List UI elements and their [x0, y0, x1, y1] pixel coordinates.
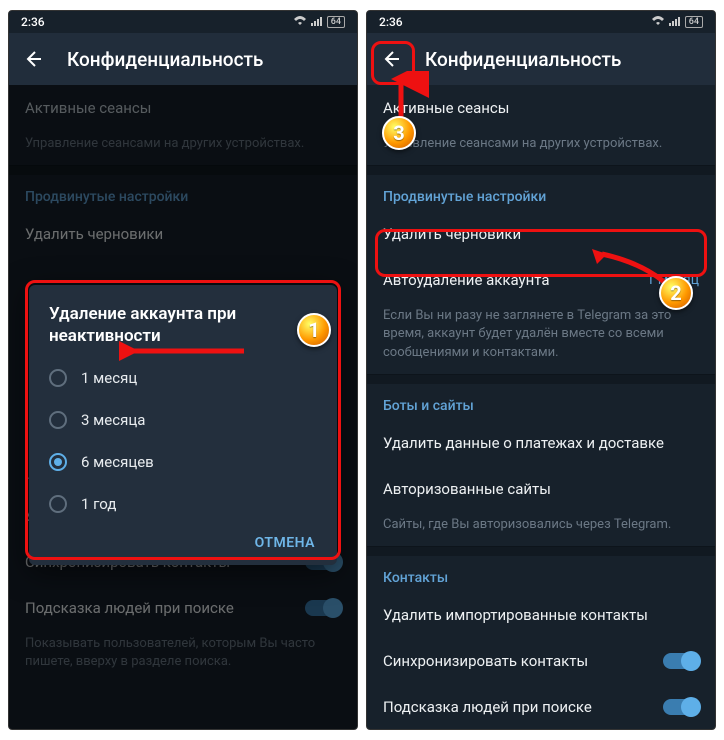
- section-bots: Боты и сайты: [367, 384, 715, 420]
- annotation-badge-3: 3: [382, 116, 416, 150]
- wifi-icon: [651, 15, 665, 30]
- autodelete-desc: Если Вы ни разу не заглянете в Telegram …: [367, 303, 715, 374]
- page-title: Конфиденциальность: [425, 48, 621, 71]
- sync-contacts-row[interactable]: Синхронизировать контакты: [367, 638, 715, 684]
- toggle-icon[interactable]: [663, 699, 699, 715]
- suggest-people-row[interactable]: Подсказка людей при поиске: [367, 684, 715, 729]
- suggest-people-label: Подсказка людей при поиске: [383, 698, 592, 716]
- radio-option-0[interactable]: 1 месяц: [37, 357, 329, 399]
- signal-icon: [669, 15, 681, 29]
- dialog-cancel-button[interactable]: ОТМЕНА: [37, 525, 329, 557]
- status-time: 2:36: [379, 15, 403, 29]
- phone-right: 2:36 64 Конфиденциальность Активные сеан…: [366, 10, 716, 730]
- annotation-badge-1: 1: [297, 313, 331, 347]
- section-advanced: Продвинутые настройки: [367, 175, 715, 211]
- radio-label: 1 месяц: [81, 369, 137, 387]
- divider: [367, 546, 715, 556]
- annotation-badge-2: 2: [659, 276, 693, 310]
- radio-label: 3 месяца: [81, 411, 145, 429]
- radio-icon: [49, 453, 67, 471]
- back-icon[interactable]: [23, 49, 43, 69]
- auth-sites-row[interactable]: Авторизованные сайты: [367, 466, 715, 512]
- radio-label: 1 год: [81, 495, 116, 513]
- phone-left: 2:36 64 Конфиденциальность Активные сеан…: [8, 10, 358, 730]
- radio-icon: [49, 369, 67, 387]
- radio-option-3[interactable]: 1 год: [37, 483, 329, 525]
- active-sessions-row[interactable]: Активные сеансы: [367, 85, 715, 131]
- battery-icon: 64: [685, 16, 703, 28]
- delete-account-dialog: Удаление аккаунта при неактивности 1 мес…: [29, 285, 337, 565]
- sync-contacts-label: Синхронизировать контакты: [383, 652, 588, 670]
- status-bar: 2:36 64: [367, 11, 715, 33]
- battery-icon: 64: [327, 16, 345, 28]
- toggle-icon[interactable]: [663, 653, 699, 669]
- delete-payment-row[interactable]: Удалить данные о платежах и доставке: [367, 420, 715, 466]
- page-title: Конфиденциальность: [67, 48, 263, 71]
- back-icon[interactable]: [381, 49, 401, 69]
- sites-desc: Сайты, где Вы авторизовались через Teleg…: [367, 512, 715, 546]
- radio-icon: [49, 411, 67, 429]
- header: Конфиденциальность: [367, 33, 715, 85]
- delete-imported-row[interactable]: Удалить импортированные контакты: [367, 592, 715, 638]
- header: Конфиденциальность: [9, 33, 357, 85]
- radio-option-1[interactable]: 3 месяца: [37, 399, 329, 441]
- signal-icon: [311, 15, 323, 29]
- status-bar: 2:36 64: [9, 11, 357, 33]
- radio-option-2[interactable]: 6 месяцев: [37, 441, 329, 483]
- content-right: Активные сеансы Управление сеансами на д…: [367, 85, 715, 729]
- divider: [367, 165, 715, 175]
- section-contacts: Контакты: [367, 556, 715, 592]
- autodelete-label: Автоудаление аккаунта: [383, 271, 550, 289]
- content-left: Активные сеансы Управление сеансами на д…: [9, 85, 357, 729]
- delete-drafts-row[interactable]: Удалить черновики: [367, 211, 715, 257]
- radio-icon: [49, 495, 67, 513]
- dialog-title: Удаление аккаунта при неактивности: [37, 303, 329, 357]
- status-time: 2:36: [21, 15, 45, 29]
- radio-label: 6 месяцев: [81, 453, 154, 471]
- sessions-desc: Управление сеансами на других устройства…: [367, 131, 715, 165]
- wifi-icon: [293, 15, 307, 30]
- divider: [367, 374, 715, 384]
